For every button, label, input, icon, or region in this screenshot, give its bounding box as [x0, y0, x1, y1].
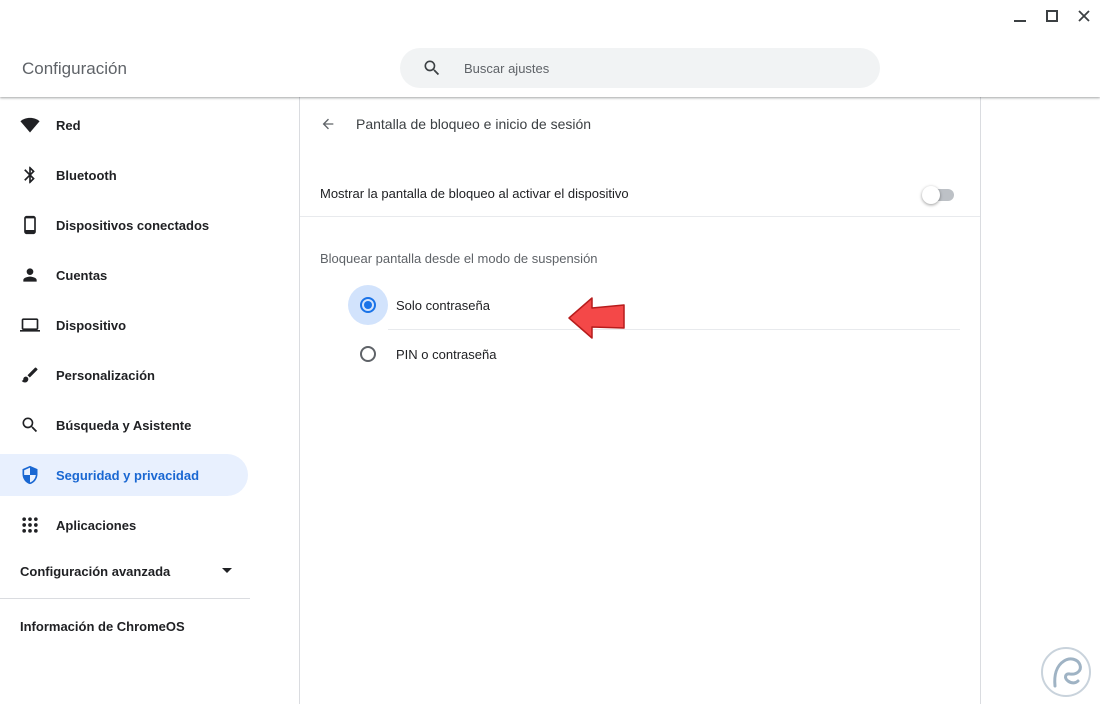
brush-icon: [0, 354, 56, 396]
apps-grid-icon: [0, 504, 56, 546]
lock-on-wake-row: Mostrar la pantalla de bloqueo al activa…: [300, 171, 980, 217]
close-button[interactable]: [1068, 0, 1100, 32]
sidebar-item-label: Dispositivo: [56, 317, 127, 333]
minimize-button[interactable]: [1004, 0, 1036, 32]
window-controls: [1004, 0, 1100, 32]
sidebar-item-label: Búsqueda y Asistente: [56, 417, 192, 433]
radio-ripple: [348, 334, 388, 374]
toggle-knob: [922, 185, 940, 204]
radio-button-checked[interactable]: [360, 297, 376, 313]
search-icon[interactable]: [400, 48, 464, 88]
watermark-logo-icon: [1041, 647, 1091, 697]
sidebar-item-label: Bluetooth: [56, 167, 117, 183]
radio-label: PIN o contraseña: [396, 346, 497, 362]
sidebar-item-label: Dispositivos conectados: [56, 217, 210, 233]
lock-on-wake-toggle[interactable]: [922, 182, 956, 206]
radio-option-password-only[interactable]: Solo contraseña: [348, 281, 960, 329]
maximize-icon: [1046, 10, 1058, 22]
sidebar-item-security-privacy[interactable]: Seguridad y privacidad: [0, 454, 248, 496]
sidebar-item-search-assistant[interactable]: Búsqueda y Asistente: [0, 404, 248, 446]
sidebar-item-label: Aplicaciones: [56, 517, 137, 533]
minimize-icon: [1014, 20, 1026, 22]
app-header: Configuración: [0, 0, 1100, 97]
page-title: Configuración: [22, 59, 127, 78]
search-input[interactable]: [464, 60, 844, 76]
sleep-lock-heading: Bloquear pantalla desde el modo de suspe…: [320, 251, 598, 266]
radio-button-unchecked[interactable]: [360, 346, 376, 362]
maximize-button[interactable]: [1036, 0, 1068, 32]
sidebar-divider: [0, 598, 250, 599]
radio-option-pin-or-password[interactable]: PIN o contraseña: [348, 330, 960, 378]
sidebar-item-red[interactable]: Red: [0, 104, 248, 146]
close-icon: [1078, 10, 1090, 22]
annotation-arrow-icon: [568, 297, 625, 339]
sidebar-item-apps[interactable]: Aplicaciones: [0, 504, 248, 546]
sidebar-item-device[interactable]: Dispositivo: [0, 304, 248, 346]
advanced-settings-toggle[interactable]: Configuración avanzada: [0, 557, 248, 585]
radio-label: Solo contraseña: [396, 297, 490, 313]
bluetooth-icon: [0, 154, 56, 196]
sidebar-item-bluetooth[interactable]: Bluetooth: [0, 154, 248, 196]
caret-down-icon: [222, 568, 232, 573]
arrow-back-icon: [322, 118, 334, 130]
sidebar-item-label: Personalización: [56, 367, 155, 383]
radio-ripple: [348, 285, 388, 325]
subpage-title: Pantalla de bloqueo e inicio de sesión: [356, 116, 592, 132]
sidebar-item-personalization[interactable]: Personalización: [0, 354, 248, 396]
sidebar-item-connected-devices[interactable]: Dispositivos conectados: [0, 204, 248, 246]
sidebar: Red Bluetooth Dispositivos conectados Cu…: [0, 97, 250, 704]
subpage-header: Pantalla de bloqueo e inicio de sesión: [300, 97, 980, 151]
back-button[interactable]: [300, 97, 356, 151]
sidebar-item-label: Red: [56, 117, 81, 133]
settings-card: Pantalla de bloqueo e inicio de sesión M…: [299, 97, 981, 704]
advanced-settings-label: Configuración avanzada: [20, 563, 171, 579]
person-icon: [0, 254, 56, 296]
search-icon: [0, 404, 56, 446]
radio-dot: [364, 301, 372, 309]
search-box[interactable]: [400, 48, 880, 88]
shield-icon: [0, 454, 56, 496]
sidebar-item-label: Cuentas: [56, 267, 108, 283]
sidebar-item-accounts[interactable]: Cuentas: [0, 254, 248, 296]
sidebar-item-label: Seguridad y privacidad: [56, 467, 200, 483]
wifi-icon: [0, 104, 56, 146]
about-chromeos-link[interactable]: Información de ChromeOS: [20, 619, 185, 634]
lock-on-wake-label: Mostrar la pantalla de bloqueo al activa…: [320, 186, 629, 201]
phone-icon: [0, 204, 56, 246]
laptop-icon: [0, 304, 56, 346]
